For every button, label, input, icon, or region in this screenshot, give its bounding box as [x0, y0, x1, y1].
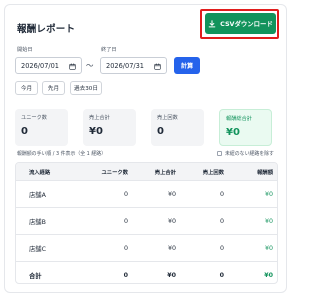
summary-label: ユニーク数 — [21, 115, 47, 121]
summary-label: 報酬総合計 — [226, 116, 252, 122]
summary-value: ¥0 — [89, 126, 103, 137]
summary-card-reward-total: 報酬総合計 ¥0 — [219, 109, 272, 146]
summary-label: 売上回数 — [157, 115, 178, 121]
table-cell-reward: ¥0 — [264, 271, 273, 279]
table-cell: 0 — [86, 207, 134, 235]
reward-table: 流入経路 ユニーク数 売上合計 売上回数 報酬額 店舗A 0 ¥0 0 ¥0 店… — [16, 163, 277, 284]
table-row: 店舗A 0 ¥0 0 ¥0 — [16, 180, 277, 208]
table-cell-reward: ¥0 — [230, 207, 277, 235]
start-date-label: 開始日 — [17, 47, 33, 53]
table-row: 店舗B 0 ¥0 0 ¥0 — [16, 207, 277, 235]
table-cell: 0 — [123, 271, 128, 279]
summary-card-sales-count: 売上回数 0 — [151, 109, 204, 146]
exclude-checkbox-label: 未紐のない経路を除す — [225, 151, 274, 157]
table-cell: 0 — [182, 207, 230, 235]
reward-table-container: 流入経路 ユニーク数 売上合計 売上回数 報酬額 店舗A 0 ¥0 0 ¥0 店… — [15, 162, 278, 284]
table-cell: 0 — [86, 180, 134, 208]
preset-this-month[interactable]: 今月 — [15, 81, 38, 95]
start-date-value: 2026/07/01 — [21, 61, 60, 70]
end-date-field[interactable]: 2026/07/31 — [100, 57, 167, 74]
table-cell-route: 店舗A — [16, 180, 86, 208]
calculate-button[interactable]: 計算 — [174, 57, 200, 74]
calendar-icon[interactable] — [69, 63, 76, 70]
table-cell: 0 — [219, 271, 224, 279]
summary-value: ¥0 — [226, 127, 240, 138]
preset-last-month[interactable]: 先月 — [42, 81, 65, 95]
table-cell: 0 — [182, 234, 230, 262]
column-header: 報酬額 — [230, 163, 277, 181]
table-cell: 0 — [182, 180, 230, 208]
calendar-icon[interactable] — [154, 63, 161, 70]
column-header: ユニーク数 — [86, 163, 134, 181]
table-cell: ¥0 — [134, 180, 182, 208]
table-caption: 報酬額の手い順 / 3 件表示（全 1 経路） — [17, 151, 107, 157]
csv-download-button[interactable]: CSVダウンロード — [205, 13, 276, 34]
exclude-checkbox[interactable] — [217, 151, 222, 156]
exclude-filter[interactable]: 未紐のない経路を除す — [217, 150, 274, 157]
table-cell-reward: ¥0 — [230, 234, 277, 262]
preset-last-30-days[interactable]: 過去30日 — [70, 81, 102, 95]
column-header: 売上合計 — [134, 163, 182, 181]
end-date-value: 2026/07/31 — [106, 61, 145, 70]
table-cell-route: 店舗B — [16, 207, 86, 235]
summary-card-unique: ユニーク数 0 — [15, 109, 68, 146]
table-cell-route: 合計 — [29, 272, 42, 280]
summary-value: 0 — [21, 126, 28, 137]
download-icon — [208, 19, 216, 27]
csv-download-label: CSVダウンロード — [220, 20, 273, 28]
column-header: 流入経路 — [16, 163, 86, 181]
summary-label: 売上合計 — [89, 115, 110, 121]
page-title: 報酬レポート — [17, 24, 76, 35]
table-cell: ¥0 — [167, 271, 176, 279]
date-range-separator: 〜 — [86, 61, 94, 70]
table-header-row: 流入経路 ユニーク数 売上合計 売上回数 報酬額 — [16, 163, 277, 181]
table-cell: ¥0 — [134, 207, 182, 235]
summary-card-sales-total: 売上合計 ¥0 — [83, 109, 136, 146]
summary-value: 0 — [157, 126, 164, 137]
table-cell: 0 — [86, 234, 134, 262]
table-cell: ¥0 — [134, 234, 182, 262]
column-header: 売上回数 — [182, 163, 230, 181]
end-date-label: 終了日 — [101, 47, 117, 53]
table-cell-reward: ¥0 — [230, 180, 277, 208]
start-date-field[interactable]: 2026/07/01 — [15, 57, 82, 74]
table-total-row: 合計 0 ¥0 0 ¥0 — [16, 262, 277, 284]
table-cell-route: 店舗C — [16, 234, 86, 262]
table-row: 店舗C 0 ¥0 0 ¥0 — [16, 234, 277, 262]
